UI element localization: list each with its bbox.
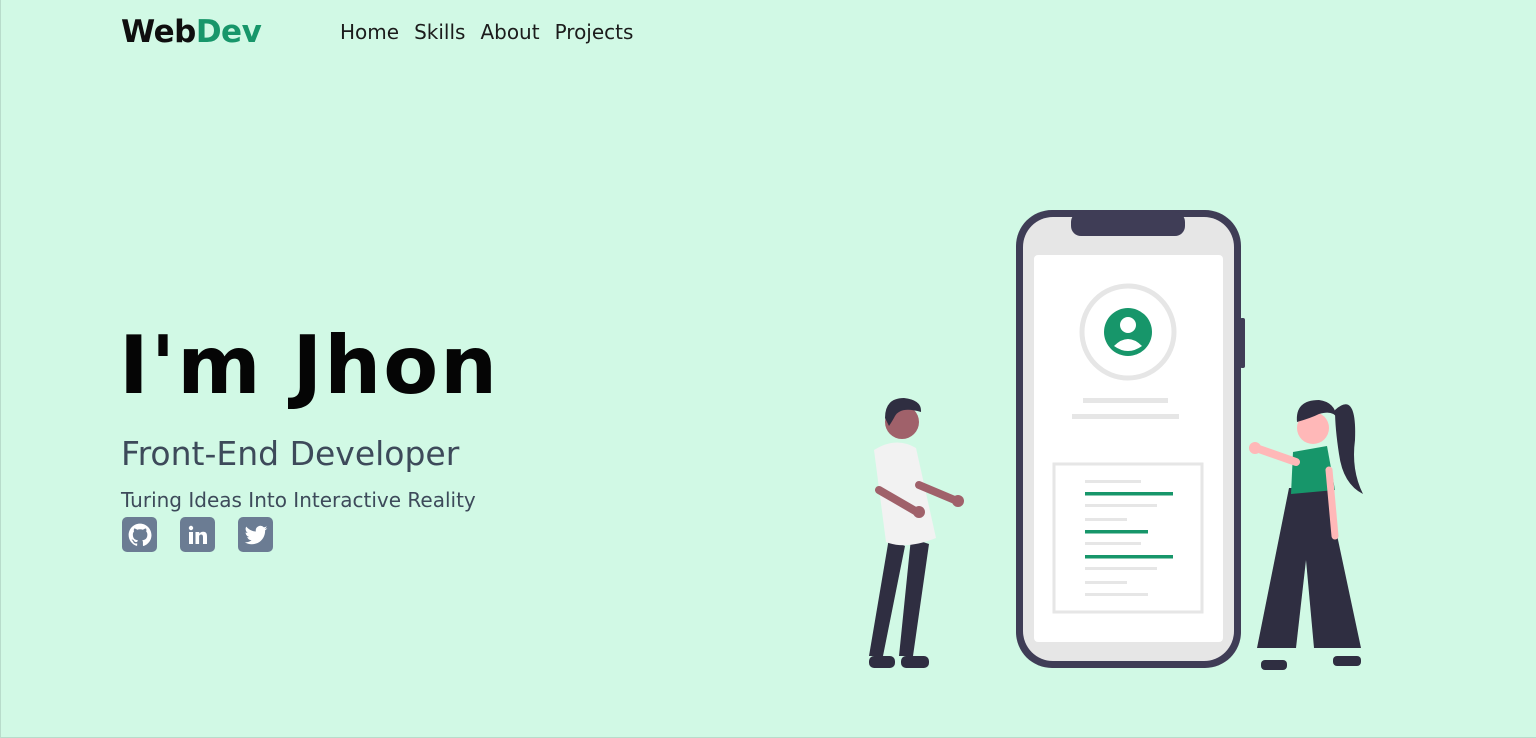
nav-link-about[interactable]: About xyxy=(480,20,539,44)
nav-link-projects[interactable]: Projects xyxy=(555,20,634,44)
nav-link-skills[interactable]: Skills xyxy=(414,20,465,44)
github-icon[interactable] xyxy=(122,517,157,552)
woman-figure xyxy=(1249,400,1363,670)
logo-text-web: Web xyxy=(121,14,196,50)
phone-illustration xyxy=(1016,210,1245,668)
linkedin-icon[interactable] xyxy=(180,517,215,552)
nav-link-home[interactable]: Home xyxy=(340,20,399,44)
hero-title: I'm Jhon xyxy=(119,319,500,412)
developer-illustration xyxy=(869,210,1363,670)
main-nav: Home Skills About Projects xyxy=(340,20,633,44)
social-links xyxy=(122,517,273,552)
hero-tagline: Turing Ideas Into Interactive Reality xyxy=(121,488,476,512)
twitter-icon[interactable] xyxy=(238,517,273,552)
site-logo[interactable]: WebDev xyxy=(121,14,262,50)
logo-text-dev: Dev xyxy=(195,14,262,50)
hero-role: Front-End Developer xyxy=(121,434,460,473)
man-figure xyxy=(869,398,964,668)
